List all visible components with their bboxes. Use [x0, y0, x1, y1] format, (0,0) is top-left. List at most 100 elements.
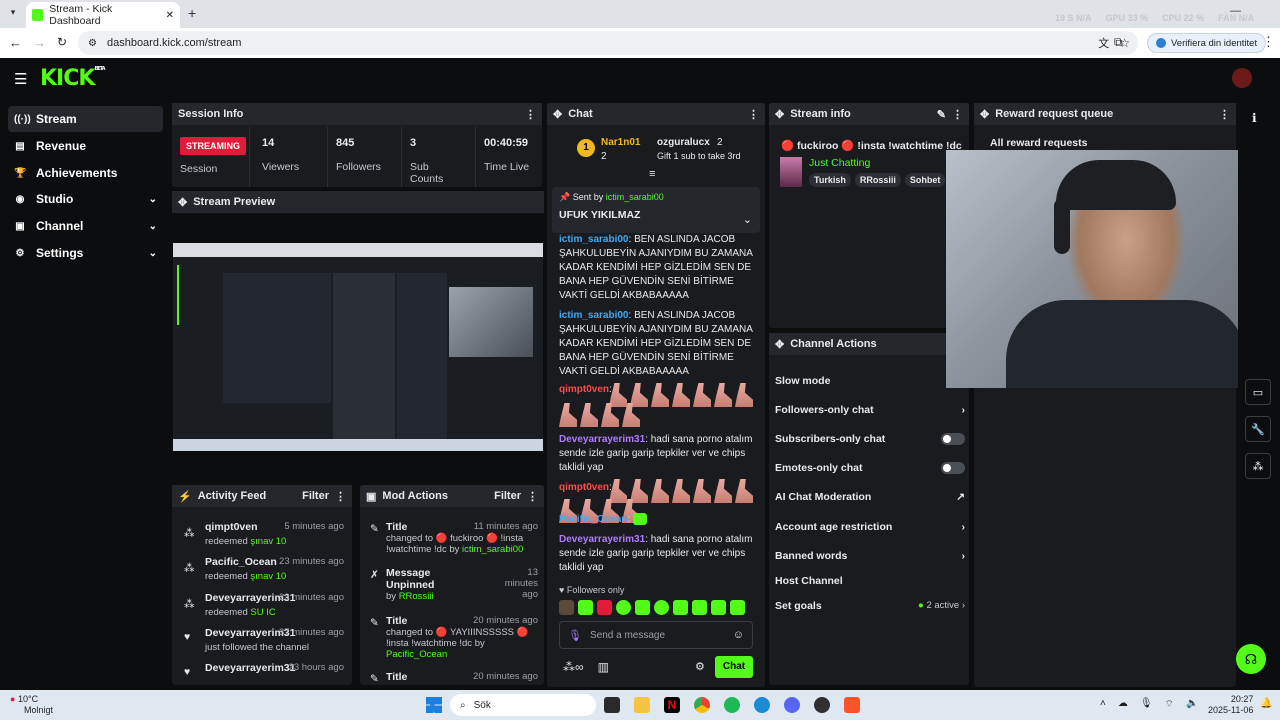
- emote-icon[interactable]: [635, 600, 650, 615]
- profile-chip[interactable]: Verifiera din identitet: [1147, 33, 1267, 53]
- files-icon[interactable]: [634, 697, 650, 713]
- minimize-window-button[interactable]: —: [1230, 5, 1241, 17]
- chat-send-button[interactable]: Chat: [715, 656, 753, 678]
- subscribers-only-toggle[interactable]: [941, 433, 965, 445]
- forward-arrow-icon[interactable]: →: [33, 35, 46, 50]
- kick-logo[interactable]: KICKBETA: [40, 66, 106, 91]
- microphone-icon[interactable]: 🎙: [568, 629, 582, 642]
- emote-icon[interactable]: [730, 600, 745, 615]
- community-icon[interactable]: ⁂∞: [563, 660, 584, 674]
- edge-icon[interactable]: [754, 697, 770, 713]
- tag-chip[interactable]: Turkish: [809, 173, 851, 187]
- category-name[interactable]: Just Chatting: [809, 157, 870, 169]
- move-icon[interactable]: ✥: [178, 196, 187, 209]
- sidebar-item-achievements[interactable]: 🏆 Achievements: [8, 160, 163, 186]
- activity-user[interactable]: Pacific_Ocean: [205, 556, 277, 568]
- notification-bell-icon[interactable]: 🔔: [1260, 698, 1272, 709]
- chat-settings-gear-icon[interactable]: ⚙: [695, 660, 705, 673]
- activity-user[interactable]: qimpt0ven: [205, 521, 258, 533]
- site-info-icon[interactable]: ⚙: [88, 38, 97, 49]
- chat-input[interactable]: 🎙 Send a message ☺: [559, 621, 753, 649]
- browser-tab[interactable]: Stream - Kick Dashboard ✕: [26, 2, 180, 28]
- info-icon[interactable]: ℹ: [1252, 111, 1257, 125]
- cloud-icon[interactable]: ☁: [1118, 698, 1128, 711]
- chevron-down-icon[interactable]: ⌄: [743, 213, 752, 226]
- emoji-picker-icon[interactable]: ☺: [733, 629, 744, 641]
- chat-username[interactable]: qimpt0ven: [559, 482, 609, 493]
- kebab-menu-icon[interactable]: ⋮: [952, 108, 963, 121]
- sidebar-item-revenue[interactable]: ▤ Revenue: [8, 133, 163, 159]
- chrome-icon[interactable]: [694, 697, 710, 713]
- chat-username[interactable]: Deveyarrayerim31: [559, 534, 645, 545]
- sidebar-item-settings[interactable]: ⚙ Settings ⌄: [8, 240, 163, 266]
- kebab-menu-icon[interactable]: ⋮: [525, 108, 536, 121]
- kebab-menu-icon[interactable]: ⋮: [1219, 108, 1230, 121]
- action-set-goals[interactable]: Set goals ● 2 active ›: [775, 600, 965, 612]
- pinned-by-user[interactable]: ictim_sarabi00: [606, 192, 664, 202]
- emotes-only-toggle[interactable]: [941, 462, 965, 474]
- rail-button-1[interactable]: ▭: [1245, 379, 1271, 405]
- sidebar-item-stream[interactable]: ((·)) Stream: [8, 106, 163, 132]
- move-icon[interactable]: ✥: [980, 108, 989, 121]
- action-host-channel[interactable]: Host Channel: [775, 575, 965, 587]
- edit-pencil-icon[interactable]: ✎: [937, 108, 946, 121]
- sidebar-item-studio[interactable]: ◉ Studio ⌄: [8, 186, 163, 212]
- chat-username[interactable]: Deveyarrayerim31: [559, 434, 645, 445]
- emote-icon[interactable]: [597, 600, 612, 615]
- tag-chip[interactable]: RRossiii: [854, 173, 901, 187]
- brave-icon[interactable]: [844, 697, 860, 713]
- help-chat-button[interactable]: ☊: [1236, 644, 1266, 674]
- close-tab-icon[interactable]: ✕: [166, 10, 174, 21]
- stream-preview-video[interactable]: [173, 243, 543, 451]
- action-banned-words[interactable]: Banned words ›: [775, 550, 965, 562]
- microphone-tray-icon[interactable]: 🎙: [1140, 698, 1153, 711]
- rail-button-tools[interactable]: 🔧: [1245, 416, 1271, 442]
- clock[interactable]: 20:27 2025-11-06: [1208, 694, 1253, 716]
- move-icon[interactable]: ✥: [553, 108, 562, 121]
- emote-icon[interactable]: [692, 600, 707, 615]
- user-avatar[interactable]: [1232, 68, 1252, 88]
- emote-icon[interactable]: [578, 600, 593, 615]
- translate-icon[interactable]: 文: [1098, 35, 1109, 51]
- store-icon[interactable]: ▥: [598, 660, 609, 674]
- rail-button-community[interactable]: ⁂: [1245, 453, 1271, 479]
- mod-action-user[interactable]: ictim_sarabi00: [462, 544, 523, 555]
- emote-icon[interactable]: [673, 600, 688, 615]
- chat-username[interactable]: qimpt0ven: [559, 384, 609, 395]
- category-thumbnail[interactable]: [780, 157, 802, 187]
- action-slow-mode[interactable]: Slow mode: [775, 375, 965, 387]
- extensions-icon[interactable]: ⧉: [1114, 35, 1123, 50]
- action-account-age[interactable]: Account age restriction ›: [775, 521, 965, 533]
- chevron-up-icon[interactable]: ˄: [1100, 698, 1106, 711]
- tab-list-chevron-icon[interactable]: ▾: [6, 7, 20, 21]
- action-subscribers-only[interactable]: Subscribers-only chat: [775, 433, 965, 445]
- weather-widget[interactable]: ● 10°C Molnigt: [10, 694, 53, 716]
- emote-icon[interactable]: [559, 600, 574, 615]
- hamburger-menu-icon[interactable]: ☰: [14, 70, 27, 88]
- leader-name[interactable]: Nar1n01: [601, 137, 640, 148]
- kebab-menu-icon[interactable]: ⋮: [335, 490, 346, 503]
- pinned-message[interactable]: 📌 Sent by ictim_sarabi00 UFUK YIKILMAZ ⌄: [552, 187, 760, 233]
- netflix-icon[interactable]: N: [664, 697, 680, 713]
- chat-username[interactable]: Pacific_Ocean: [559, 514, 627, 525]
- kebab-menu-icon[interactable]: ⋮: [527, 490, 538, 503]
- move-icon[interactable]: ✥: [775, 108, 784, 121]
- new-tab-button[interactable]: +: [188, 5, 196, 21]
- spotify-icon[interactable]: [724, 697, 740, 713]
- browser-menu-icon[interactable]: ⋮: [1262, 34, 1275, 50]
- tag-chip[interactable]: Sohbet: [904, 173, 946, 187]
- gift-sub-text[interactable]: Gift 1 sub to take 3rd: [657, 151, 741, 161]
- mod-action-user[interactable]: Pacific_Ocean: [386, 649, 447, 660]
- sidebar-item-channel[interactable]: ▣ Channel ⌄: [8, 213, 163, 239]
- action-emotes-only[interactable]: Emotes-only chat: [775, 462, 965, 474]
- file-explorer-icon[interactable]: [604, 697, 620, 713]
- emote-icon[interactable]: [654, 600, 669, 615]
- obs-icon[interactable]: [814, 697, 830, 713]
- action-followers-only[interactable]: Followers-only chat ›: [775, 404, 965, 416]
- all-reward-requests-link[interactable]: All reward requests: [990, 137, 1087, 149]
- back-arrow-icon[interactable]: ←: [9, 35, 22, 50]
- start-button-icon[interactable]: [426, 697, 442, 713]
- chat-username[interactable]: ictim_sarabi00: [559, 310, 629, 321]
- move-icon[interactable]: ✥: [775, 338, 784, 351]
- url-bar[interactable]: ⚙ dashboard.kick.com/stream 文 ☆: [78, 31, 1138, 55]
